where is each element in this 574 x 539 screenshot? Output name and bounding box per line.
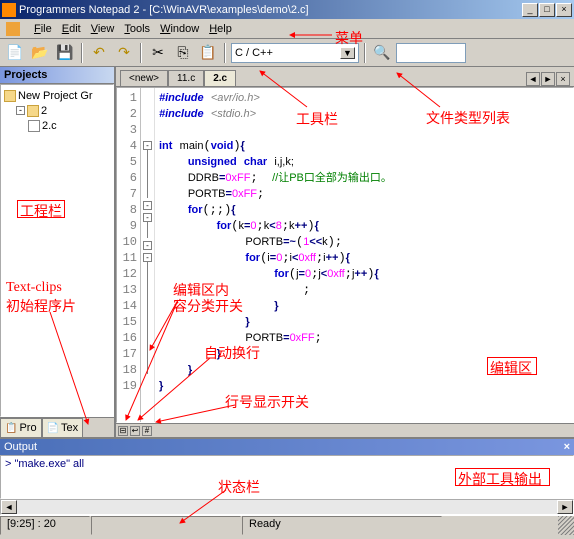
editor-toggles: ⊟ ↩ # <box>116 423 574 437</box>
copy-button[interactable]: ⎘ <box>172 42 194 64</box>
tab-2c[interactable]: 2.c <box>204 70 236 86</box>
tree-root[interactable]: New Project Gr <box>4 88 110 103</box>
status-blank <box>91 516 241 535</box>
close-button[interactable]: × <box>556 3 572 17</box>
tab-close[interactable]: × <box>556 72 570 86</box>
menu-view[interactable]: View <box>91 23 115 35</box>
menu-help[interactable]: Help <box>209 23 232 35</box>
fold-toggle[interactable]: - <box>143 141 152 150</box>
folder-icon <box>4 90 16 102</box>
menu-edit[interactable]: Edit <box>62 23 81 35</box>
file-tabs: <new> 11.c 2.c ◄ ► × <box>116 67 574 87</box>
tree-root-label: New Project Gr <box>18 90 93 102</box>
window-titlebar: Programmers Notepad 2 - [C:\WinAVR\examp… <box>0 0 574 19</box>
tab-projects[interactable]: 📋Pro <box>0 418 42 437</box>
redo-button[interactable]: ↷ <box>113 42 135 64</box>
tab-new[interactable]: <new> <box>120 70 168 86</box>
menu-tools[interactable]: Tools <box>124 23 150 35</box>
tree-project[interactable]: - 2 <box>4 103 110 118</box>
menu-file[interactable]: File <box>34 23 52 35</box>
code-text[interactable]: #include <avr/io.h> #include <stdio.h> i… <box>155 88 573 422</box>
output-text[interactable]: > "make.exe" all <box>0 455 574 499</box>
output-scrollbar[interactable]: ◄ ► <box>0 499 574 515</box>
output-panel: Output × > "make.exe" all ◄ ► <box>0 437 574 515</box>
menu-window[interactable]: Window <box>160 23 199 35</box>
language-combo-value: C / C++ <box>235 47 273 59</box>
collapse-icon[interactable]: - <box>16 106 25 115</box>
tab-nav-left[interactable]: ◄ <box>526 72 540 86</box>
toggle-lineno[interactable]: # <box>142 426 152 436</box>
toggle-fold[interactable]: ⊟ <box>118 426 128 436</box>
fold-column[interactable]: - - - - - <box>141 88 155 422</box>
maximize-button[interactable]: □ <box>539 3 555 17</box>
paste-button[interactable]: 📋 <box>197 42 219 64</box>
search-combo[interactable] <box>396 43 466 63</box>
toggle-wrap[interactable]: ↩ <box>130 426 140 436</box>
language-combo[interactable]: C / C++ ▼ <box>231 43 359 63</box>
doc-icon <box>6 22 20 36</box>
scroll-right[interactable]: ► <box>557 500 573 514</box>
chevron-down-icon[interactable]: ▼ <box>340 47 355 59</box>
tab-11c[interactable]: 11.c <box>168 70 204 86</box>
app-icon <box>2 3 16 17</box>
fold-toggle[interactable]: - <box>143 253 152 262</box>
editor-pane: <new> 11.c 2.c ◄ ► × 1234567891011121314… <box>116 67 574 437</box>
new-button[interactable]: 📄 <box>4 42 26 64</box>
folder-icon <box>27 105 39 117</box>
file-icon <box>28 120 40 132</box>
cut-button[interactable]: ✂ <box>147 42 169 64</box>
tree-file-label: 2.c <box>42 120 57 132</box>
scroll-left[interactable]: ◄ <box>1 500 17 514</box>
save-button[interactable]: 💾 <box>54 42 76 64</box>
project-panel-header: Projects <box>0 67 114 84</box>
side-tabs: 📋Pro 📄Tex <box>0 417 114 437</box>
output-close[interactable]: × <box>564 441 570 453</box>
line-numbers: 12345678910111213141516171819 <box>117 88 141 422</box>
tab-nav-right[interactable]: ► <box>541 72 555 86</box>
tab-textclips[interactable]: 📄Tex <box>42 418 84 437</box>
minimize-button[interactable]: _ <box>522 3 538 17</box>
tree-project-label: 2 <box>41 105 47 117</box>
open-button[interactable]: 📂 <box>29 42 51 64</box>
status-ready: Ready <box>242 516 442 535</box>
status-position: [9:25] : 20 <box>0 516 90 535</box>
code-editor[interactable]: 12345678910111213141516171819 - - - - - … <box>116 87 574 423</box>
project-tree[interactable]: New Project Gr - 2 2.c <box>0 84 114 417</box>
resize-grip[interactable] <box>558 516 574 535</box>
fold-toggle[interactable]: - <box>143 201 152 210</box>
tree-file[interactable]: 2.c <box>4 118 110 133</box>
undo-button[interactable]: ↶ <box>88 42 110 64</box>
project-panel: Projects New Project Gr - 2 2.c 📋Pro 📄Te… <box>0 67 116 437</box>
menubar: File Edit View Tools Window Help <box>0 19 574 39</box>
output-header: Output × <box>0 439 574 455</box>
output-title: Output <box>4 441 37 453</box>
toolbar: 📄 📂 💾 ↶ ↷ ✂ ⎘ 📋 C / C++ ▼ 🔍 <box>0 39 574 67</box>
search-button[interactable]: 🔍 <box>371 42 393 64</box>
fold-toggle[interactable]: - <box>143 241 152 250</box>
fold-toggle[interactable]: - <box>143 213 152 222</box>
window-title: Programmers Notepad 2 - [C:\WinAVR\examp… <box>19 4 522 16</box>
statusbar: [9:25] : 20 Ready <box>0 515 574 535</box>
